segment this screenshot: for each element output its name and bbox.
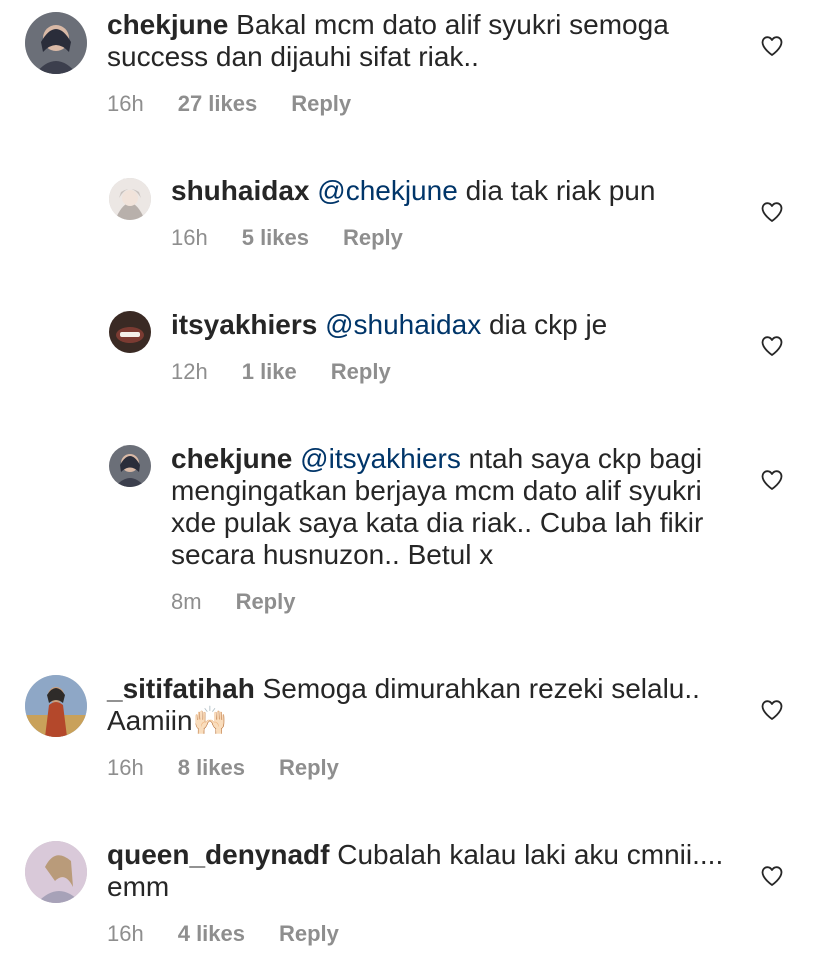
comment-timestamp: 16h xyxy=(107,91,144,116)
comment-text: itsyakhiers @shuhaidax dia ckp je xyxy=(171,309,751,341)
comment-timestamp: 16h xyxy=(107,921,144,946)
comment-meta: 16h 27 likes Reply xyxy=(107,91,351,117)
comment-text: shuhaidax @chekjune dia tak riak pun xyxy=(171,175,751,207)
heart-outline-icon[interactable] xyxy=(760,34,784,58)
mention-link[interactable]: @shuhaidax xyxy=(325,309,481,340)
comment-likes-count[interactable]: 4 likes xyxy=(178,921,245,947)
comment-likes-count[interactable]: 27 likes xyxy=(178,91,258,117)
comment-text: queen_denynadf Cubalah kalau laki aku cm… xyxy=(107,839,747,903)
comment-likes-count[interactable]: 8 likes xyxy=(178,755,245,781)
comment-username[interactable]: chekjune xyxy=(171,443,292,474)
comment-username[interactable]: itsyakhiers xyxy=(171,309,317,340)
comment-timestamp: 8m xyxy=(171,589,202,614)
reply-button[interactable]: Reply xyxy=(236,589,296,615)
comment-username[interactable]: chekjune xyxy=(107,9,228,40)
comment-meta: 16h 5 likes Reply xyxy=(171,225,403,251)
heart-outline-icon[interactable] xyxy=(760,698,784,722)
comment-text: _sitifatihah Semoga dimurahkan rezeki se… xyxy=(107,673,747,737)
reply-button[interactable]: Reply xyxy=(343,225,403,251)
reply-button[interactable]: Reply xyxy=(279,755,339,781)
avatar[interactable] xyxy=(25,12,87,74)
comment-body: dia tak riak pun xyxy=(465,175,656,206)
comment-meta: 8m Reply xyxy=(171,589,295,615)
heart-outline-icon[interactable] xyxy=(760,334,784,358)
heart-outline-icon[interactable] xyxy=(760,864,784,888)
comment-timestamp: 12h xyxy=(171,359,208,384)
heart-outline-icon[interactable] xyxy=(760,200,784,224)
mention-link[interactable]: @chekjune xyxy=(317,175,458,206)
comment-text: chekjune @itsyakhiers ntah saya ckp bagi… xyxy=(171,443,731,571)
comment-text: chekjune Bakal mcm dato alif syukri semo… xyxy=(107,9,747,73)
avatar[interactable] xyxy=(109,445,151,487)
comment-timestamp: 16h xyxy=(107,755,144,780)
comment-body: dia ckp je xyxy=(488,309,608,340)
comment-meta: 16h 4 likes Reply xyxy=(107,921,339,947)
comment-meta: 16h 8 likes Reply xyxy=(107,755,339,781)
comment-username[interactable]: queen_denynadf xyxy=(107,839,329,870)
avatar[interactable] xyxy=(109,311,151,353)
avatar[interactable] xyxy=(109,178,151,220)
comment-meta: 12h 1 like Reply xyxy=(171,359,391,385)
reply-button[interactable]: Reply xyxy=(331,359,391,385)
reply-button[interactable]: Reply xyxy=(279,921,339,947)
comment-likes-count[interactable]: 5 likes xyxy=(242,225,309,251)
reply-button[interactable]: Reply xyxy=(291,91,351,117)
comment-username[interactable]: shuhaidax xyxy=(171,175,309,206)
comment-likes-count[interactable]: 1 like xyxy=(242,359,297,385)
avatar[interactable] xyxy=(25,675,87,737)
avatar[interactable] xyxy=(25,841,87,903)
comment-username[interactable]: _sitifatihah xyxy=(107,673,255,704)
comment-timestamp: 16h xyxy=(171,225,208,250)
mention-link[interactable]: @itsyakhiers xyxy=(300,443,461,474)
heart-outline-icon[interactable] xyxy=(760,468,784,492)
